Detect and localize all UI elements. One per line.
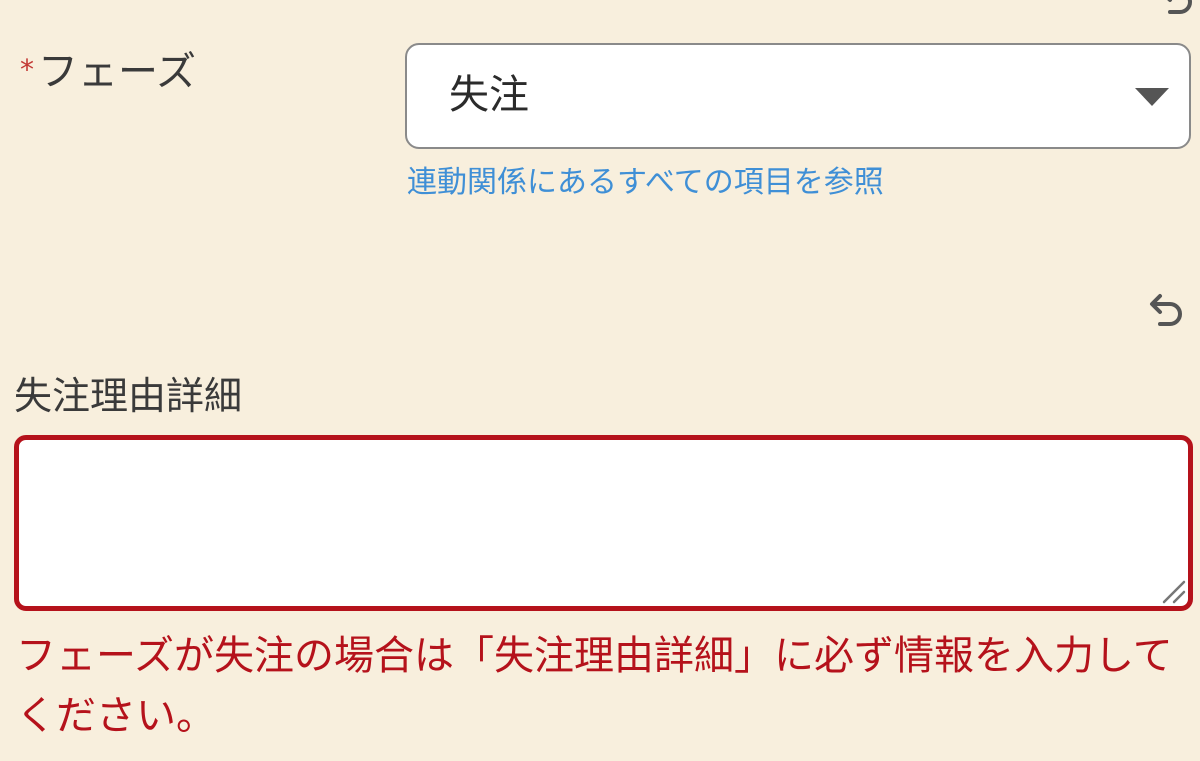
view-dependencies-link[interactable]: 連動関係にあるすべての項目を参照 [407,168,884,198]
resize-grip-icon[interactable] [1156,574,1186,604]
required-indicator: * [20,53,34,86]
phase-select-value: 失注 [449,72,529,118]
phase-select[interactable]: 失注 [405,43,1191,149]
loss-reason-textarea[interactable] [14,435,1193,611]
undo-icon[interactable] [1150,0,1200,22]
loss-reason-label: 失注理由詳細 [14,374,243,418]
caret-down-icon [1135,88,1169,106]
undo-icon[interactable] [1140,284,1190,334]
validation-error-message: フェーズが失注の場合は「失注理由詳細」に必ず情報を入力してください。 [16,633,1173,739]
phase-label: * フェーズ [20,52,196,92]
phase-label-text: フェーズ [38,49,196,95]
